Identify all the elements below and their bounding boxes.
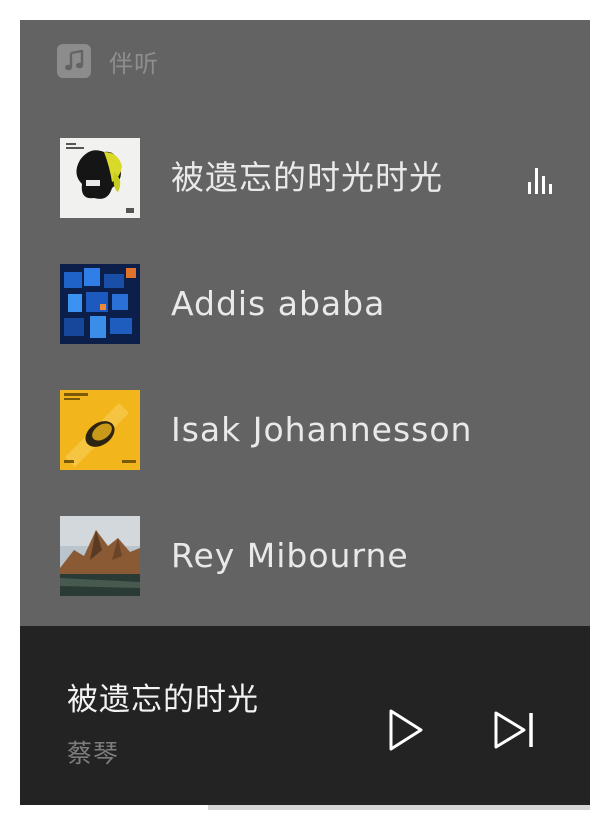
play-button[interactable] [386, 707, 426, 753]
album-art [60, 138, 140, 218]
track-title: Rey Mibourne [171, 536, 409, 575]
track-title: Addis ababa [171, 284, 386, 323]
album-art [60, 516, 140, 596]
album-art [60, 264, 140, 344]
playback-progress-fill [20, 805, 209, 810]
play-icon [389, 709, 423, 751]
app-name: 伴听 [109, 49, 159, 78]
music-note-icon [57, 44, 91, 78]
playlist: 被遗忘的时光时光 Addis ababa Isak Johannesson Re… [60, 138, 580, 642]
now-playing-artist: 蔡琴 [67, 739, 120, 768]
now-playing-bar: 被遗忘的时光 蔡琴 [20, 626, 590, 805]
music-widget: 伴听 被遗忘的时光时光 Addis ababa Isak Johannesson… [20, 20, 590, 805]
skip-next-button[interactable] [492, 707, 538, 753]
playlist-item[interactable]: 被遗忘的时光时光 [60, 138, 580, 264]
playback-progress[interactable] [20, 805, 590, 810]
track-title: 被遗忘的时光时光 [171, 158, 443, 197]
album-art [60, 390, 140, 470]
skip-next-icon [494, 711, 533, 749]
playlist-item[interactable]: Addis ababa [60, 264, 580, 390]
playlist-item[interactable]: Isak Johannesson [60, 390, 580, 516]
now-playing-title: 被遗忘的时光 [67, 682, 259, 718]
widget-header: 伴听 [57, 43, 159, 79]
playlist-item[interactable]: Rey Mibourne [60, 516, 580, 642]
equalizer-icon [526, 164, 556, 194]
track-title: Isak Johannesson [171, 410, 473, 449]
